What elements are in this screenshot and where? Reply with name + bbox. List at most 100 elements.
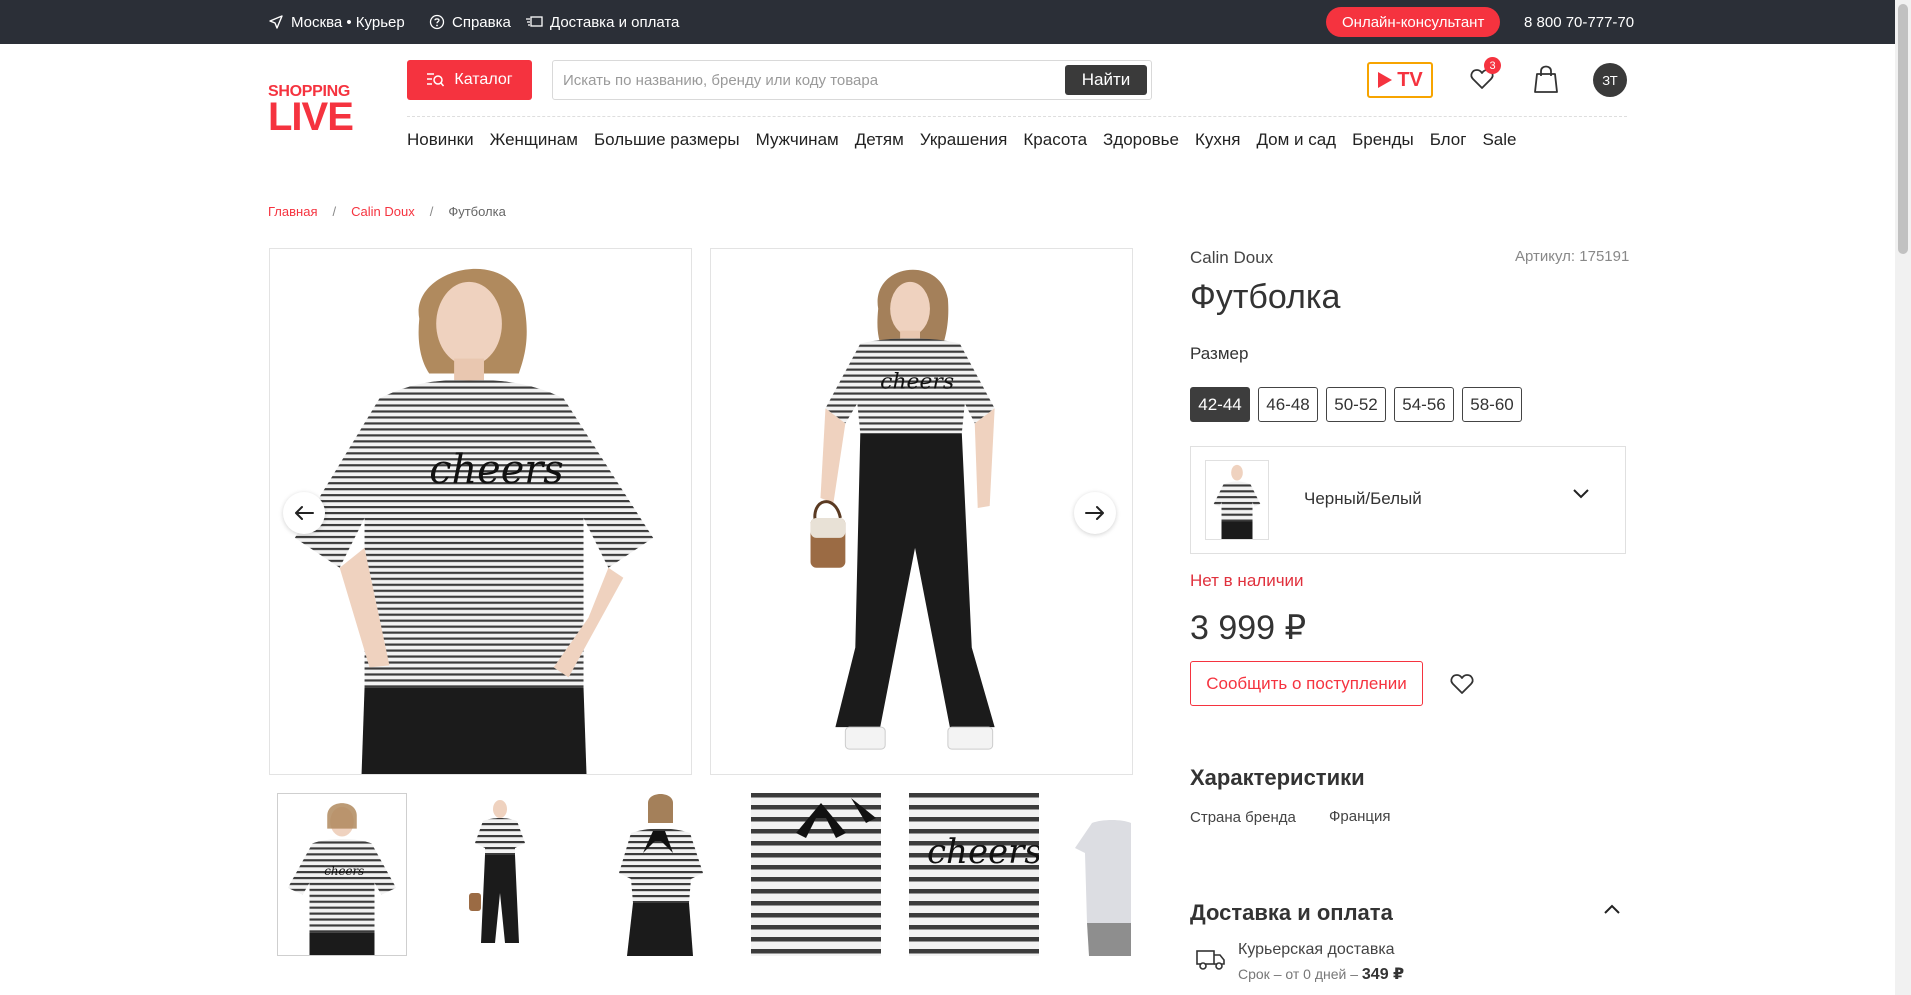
arrow-left-icon [295, 506, 314, 520]
search-box: Найти [552, 60, 1152, 100]
delivery-link[interactable]: Доставка и оплата [525, 0, 679, 44]
gallery-thumbnail[interactable]: cheers [277, 793, 407, 956]
catalog-label: Каталог [454, 71, 513, 88]
delivery-term-text: Срок – от 0 дней – [1238, 966, 1359, 982]
breadcrumb-separator: / [429, 204, 434, 219]
thumbnail-partial-image [1067, 793, 1131, 956]
breadcrumb-separator: / [332, 204, 337, 219]
question-icon [429, 14, 445, 30]
tv-label: TV [1397, 68, 1423, 91]
chevron-down-icon [1573, 489, 1589, 499]
catalog-button[interactable]: Каталог [407, 60, 532, 100]
search-button[interactable]: Найти [1065, 65, 1147, 95]
product-brand[interactable]: Calin Doux [1190, 248, 1273, 268]
main-nav: Новинки Женщинам Большие размеры Мужчина… [407, 130, 1532, 154]
favorites-count-badge: 3 [1484, 57, 1501, 74]
nav-item-beauty[interactable]: Красота [1023, 130, 1087, 154]
catalog-search-icon [427, 73, 445, 87]
size-selector: 42-44 46-48 50-52 54-56 58-60 [1190, 387, 1530, 422]
nav-item-home-garden[interactable]: Дом и сад [1256, 130, 1336, 154]
delivery-cost: 349 ₽ [1361, 966, 1405, 983]
svg-text:cheers: cheers [324, 864, 364, 878]
characteristic-key: Страна бренда [1190, 809, 1296, 826]
help-link[interactable]: Справка [429, 0, 511, 44]
notify-when-available-button[interactable]: Сообщить о поступлении [1190, 661, 1423, 706]
svg-text:cheers: cheers [927, 832, 1039, 872]
help-label: Справка [452, 13, 511, 31]
breadcrumb-home[interactable]: Главная [268, 204, 317, 219]
nav-item-blog[interactable]: Блог [1430, 130, 1467, 154]
nav-item-sale[interactable]: Sale [1482, 130, 1516, 154]
phone-number[interactable]: 8 800 70-777-70 [1524, 0, 1634, 44]
tv-button[interactable]: TV [1367, 62, 1433, 98]
size-option[interactable]: 46-48 [1258, 387, 1318, 422]
scrollbar-thumb[interactable] [1898, 4, 1908, 254]
product-photo-front[interactable]: cheers [269, 248, 692, 775]
delivery-icon [526, 16, 543, 27]
delivery-method: Курьерская доставка [1238, 941, 1395, 958]
gallery-next-button[interactable] [1074, 492, 1116, 534]
thumbnail-full-image [435, 793, 565, 956]
header-divider [407, 116, 1627, 117]
nav-item-health[interactable]: Здоровье [1103, 130, 1179, 154]
breadcrumb: Главная / Calin Doux / Футболка [268, 204, 506, 219]
color-swatch-image [1205, 460, 1269, 540]
chevron-up-icon[interactable] [1604, 904, 1620, 914]
delivery-label: Доставка и оплата [550, 13, 680, 31]
arrow-right-icon [1085, 506, 1104, 520]
nav-item-brands[interactable]: Бренды [1352, 130, 1414, 154]
truck-icon [1196, 950, 1225, 970]
product-title: Футболка [1190, 278, 1341, 316]
product-photo-full[interactable]: cheers [710, 248, 1133, 775]
color-dropdown[interactable]: Черный/Белый [1190, 446, 1626, 554]
svg-text:cheers: cheers [880, 369, 954, 394]
delivery-term: Срок – от 0 дней – 349 ₽ [1238, 964, 1404, 984]
gallery-thumbnail[interactable] [593, 793, 723, 956]
gallery-thumbnail[interactable]: cheers [909, 793, 1039, 956]
thumbnail-print-detail-image: cheers [909, 793, 1039, 956]
shopping-bag-icon[interactable] [1533, 64, 1559, 94]
nav-item-women[interactable]: Женщинам [490, 130, 578, 154]
product-price: 3 999 ₽ [1190, 609, 1307, 647]
nav-item-kitchen[interactable]: Кухня [1195, 130, 1241, 154]
model-front-image: cheers [270, 249, 691, 774]
characteristics-title: Характеристики [1190, 765, 1365, 790]
nav-item-new[interactable]: Новинки [407, 130, 474, 154]
nav-item-men[interactable]: Мужчинам [756, 130, 839, 154]
user-avatar[interactable]: ЗТ [1593, 63, 1627, 97]
gallery-thumbnail[interactable] [1067, 793, 1131, 956]
size-option[interactable]: 50-52 [1326, 387, 1386, 422]
breadcrumb-current: Футболка [448, 204, 506, 219]
gallery-thumbnail[interactable] [751, 793, 881, 956]
thumbnail-bow-detail-image [751, 793, 881, 956]
nav-item-plus-size[interactable]: Большие размеры [594, 130, 740, 154]
gallery-prev-button[interactable] [283, 492, 325, 534]
gallery-thumbnail[interactable] [435, 793, 565, 956]
svg-text:cheers: cheers [429, 447, 563, 493]
delivery-section-title[interactable]: Доставка и оплата [1190, 900, 1393, 926]
product-article: Артикул: 175191 [1515, 248, 1630, 265]
play-icon [1378, 72, 1393, 88]
model-full-image: cheers [711, 249, 1132, 774]
add-to-favorites-heart-icon[interactable] [1449, 671, 1475, 697]
logo-text-bottom: LIVE [268, 95, 354, 139]
size-option[interactable]: 54-56 [1394, 387, 1454, 422]
size-label: Размер [1190, 344, 1249, 363]
stock-status: Нет в наличии [1190, 571, 1304, 590]
online-consultant-button[interactable]: Онлайн-консультант [1326, 7, 1501, 37]
top-bar: Москва • Курьер Справка Доставка и оплат… [0, 0, 1895, 44]
nav-item-jewelry[interactable]: Украшения [920, 130, 1008, 154]
location-arrow-icon [269, 15, 283, 29]
nav-item-kids[interactable]: Детям [855, 130, 904, 154]
size-option[interactable]: 42-44 [1190, 387, 1250, 422]
characteristic-value: Франция [1329, 808, 1391, 825]
shopping-live-logo[interactable]: SHOPPING LIVE [268, 84, 360, 139]
thumbnail-back-image [593, 793, 723, 956]
search-input[interactable] [563, 69, 1063, 91]
thumbnail-front-image: cheers [278, 794, 406, 955]
page-scrollbar[interactable] [1895, 0, 1911, 995]
size-option[interactable]: 58-60 [1462, 387, 1522, 422]
breadcrumb-brand[interactable]: Calin Doux [351, 204, 415, 219]
location-link[interactable]: Москва • Курьер [268, 0, 405, 44]
location-label: Москва • Курьер [291, 13, 405, 31]
